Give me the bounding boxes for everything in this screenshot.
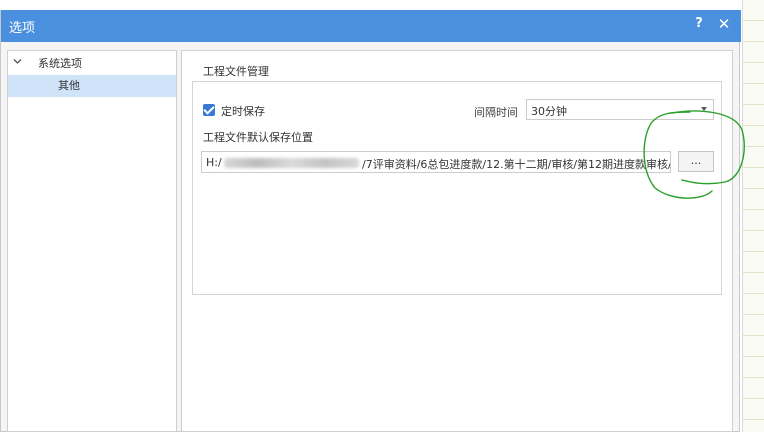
settings-panel: 工程文件管理 定时保存 间隔时间 30分钟 工程文件默认保存位置 H:/ /7评…: [181, 50, 733, 432]
background-app-strip: [742, 0, 764, 432]
default-path-input[interactable]: H:/ /7评审资料/6总包进度款/12.第十二期/审核/第12期进度款审核/: [201, 151, 671, 173]
interval-label: 间隔时间: [474, 106, 518, 119]
tree-item-other[interactable]: 其他: [8, 75, 176, 97]
path-prefix: H:/: [206, 156, 222, 169]
group-title: 工程文件管理: [201, 63, 271, 79]
tree-item-system-options[interactable]: 系统选项: [8, 53, 176, 75]
options-dialog: 选项 ? ✕ 系统选项 其他 工程文件管理 定时保存 间隔时间 30分钟 工程文…: [0, 10, 741, 432]
title-bar: 选项 ? ✕: [1, 10, 741, 42]
chevron-down-icon: [701, 107, 707, 111]
chevron-down-icon-svg: [13, 59, 22, 64]
path-suffix: /7评审资料/6总包进度款/12.第十二期/审核/第12期进度款审核/: [362, 158, 671, 171]
tree-item-label: 系统选项: [38, 57, 82, 70]
autosave-label: 定时保存: [221, 105, 265, 118]
help-button[interactable]: ?: [691, 16, 707, 34]
close-button[interactable]: ✕: [715, 15, 733, 35]
redacted-path-segment: [224, 158, 359, 168]
default-path-label: 工程文件默认保存位置: [203, 131, 313, 144]
interval-select[interactable]: 30分钟: [526, 99, 714, 120]
options-tree: 系统选项 其他: [7, 50, 177, 432]
browse-button[interactable]: ...: [678, 151, 714, 172]
chevron-down-icon[interactable]: [13, 53, 23, 75]
tree-item-label: 其他: [58, 79, 80, 92]
autosave-checkbox[interactable]: [203, 104, 215, 116]
interval-value: 30分钟: [531, 105, 567, 118]
dialog-title: 选项: [9, 21, 36, 36]
